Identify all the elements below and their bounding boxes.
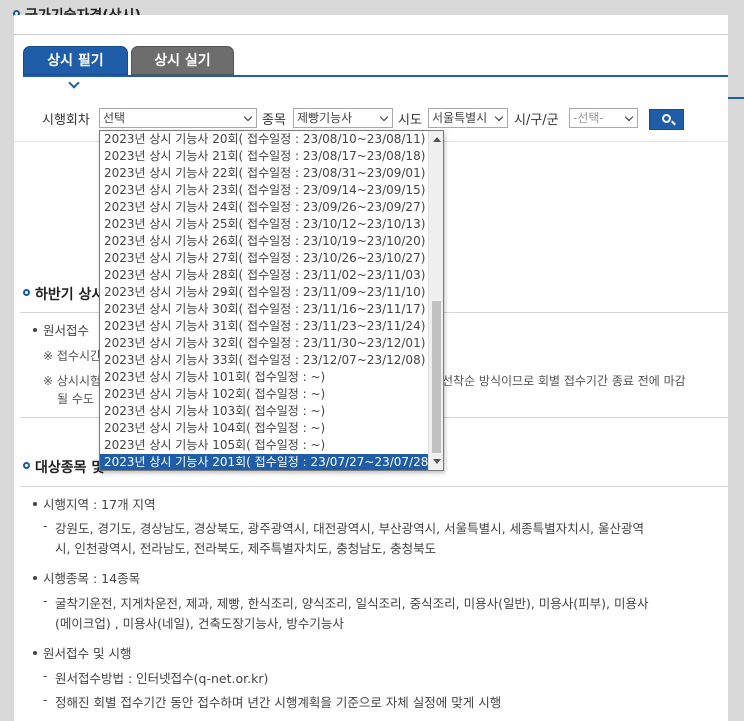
dropdown-option[interactable]: 2023년 상시 기능사 20회( 접수일정 : 23/08/10~23/08/… (100, 131, 428, 148)
dropdown-option[interactable]: 2023년 상시 기능사 30회( 접수일정 : 23/11/16~23/11/… (100, 301, 428, 318)
dropdown-option[interactable]: 2023년 상시 기능사 23회( 접수일정 : 23/09/14~23/09/… (100, 182, 428, 199)
dropdown-option[interactable]: 2023년 상시 기능사 101회( 접수일정 : ~) (100, 369, 428, 386)
city-label: 시/구/군 (514, 113, 559, 128)
region-title: 시행지역 : 17개 지역 (43, 497, 156, 512)
dropdown-option[interactable]: 2023년 상시 기능사 24회( 접수일정 : 23/09/26~23/09/… (100, 199, 428, 216)
region-list-line2: 시, 인천광역시, 전라남도, 전라북도, 제주특별자치도, 충청남도, 충청북… (55, 541, 437, 556)
dash-marker: - (43, 518, 48, 533)
divider (20, 486, 728, 487)
dropdown-option[interactable]: 2023년 상시 기능사 201회( 접수일정 : 23/07/27~23/07… (100, 454, 428, 470)
city-select[interactable]: -선택- (569, 108, 638, 128)
dropdown-option[interactable]: 2023년 상시 기능사 29회( 접수일정 : 23/11/09~23/11/… (100, 284, 428, 301)
apply-title: 원서접수 및 시행 (43, 646, 132, 661)
note-regular-exam: ※ 상시시험 (43, 374, 102, 388)
divider (14, 34, 728, 35)
type-select[interactable]: 제빵기능사 (293, 108, 393, 128)
dropdown-option[interactable]: 2023년 상시 기능사 105회( 접수일정 : ~) (100, 437, 428, 454)
search-icon-handle (671, 120, 676, 126)
dash-marker: - (43, 593, 48, 608)
tab-written[interactable]: 상시 필기 (23, 46, 128, 75)
region-list-line1: 강원도, 경기도, 경상남도, 경상북도, 광주광역시, 대전광역시, 부산광역… (55, 521, 645, 536)
dash-marker: - (43, 668, 48, 683)
round-dropdown-list[interactable]: 2023년 상시 기능사 20회( 접수일정 : 23/08/10~23/08/… (99, 130, 444, 471)
divider (728, 97, 744, 99)
dropdown-option[interactable]: 2023년 상시 기능사 102회( 접수일정 : ~) (100, 386, 428, 403)
list-bullet (33, 576, 37, 580)
dropdown-option[interactable]: 2023년 상시 기능사 31회( 접수일정 : 23/11/23~23/11/… (100, 318, 428, 335)
dropdown-option[interactable]: 2023년 상시 기능사 104회( 접수일정 : ~) (100, 420, 428, 437)
scroll-up-icon[interactable] (433, 137, 441, 142)
dropdown-option[interactable]: 2023년 상시 기능사 22회( 접수일정 : 23/08/31~23/09/… (100, 165, 428, 182)
types-title: 시행종목 : 14종목 (43, 571, 141, 586)
section-title-targets: 대상종목 및 (35, 460, 105, 476)
dash-marker: - (43, 692, 48, 707)
province-label: 시도 (398, 113, 422, 128)
apply-item: 원서접수 (43, 323, 90, 338)
dropdown-option[interactable]: 2023년 상시 기능사 33회( 접수일정 : 23/12/07~23/12/… (100, 352, 428, 369)
section-bullet-icon (23, 462, 30, 469)
round-select[interactable]: 선택 (99, 108, 257, 128)
note-reception-time: ※ 접수시간 (43, 349, 102, 363)
dropdown-options: 2023년 상시 기능사 20회( 접수일정 : 23/08/10~23/08/… (100, 131, 428, 470)
types-list-line1: 굴착기운전, 지게차운전, 제과, 제빵, 한식조리, 양식조리, 일식조리, … (55, 596, 649, 611)
apply-method: 원서접수방법 : 인터넷접수(q-net.or.kr) (55, 671, 269, 686)
list-bullet (33, 651, 37, 655)
list-bullet (33, 502, 37, 506)
scroll-down-icon[interactable] (433, 459, 441, 464)
apply-schedule: 정해진 회별 접수기간 동안 접수하며 년간 시행계획을 기준으로 자체 실정에… (55, 695, 502, 710)
scroll-thumb[interactable] (432, 301, 441, 453)
dropdown-option[interactable]: 2023년 상시 기능사 32회( 접수일정 : 23/11/30~23/12/… (100, 335, 428, 352)
types-list-line2: (메이크업) , 미용사(네일), 건축도장기능사, 방수기능사 (55, 616, 344, 631)
dropdown-option[interactable]: 2023년 상시 기능사 26회( 접수일정 : 23/10/19~23/10/… (100, 233, 428, 250)
dropdown-option[interactable]: 2023년 상시 기능사 103회( 접수일정 : ~) (100, 403, 428, 420)
dropdown-option[interactable]: 2023년 상시 기능사 28회( 접수일정 : 23/11/02~23/11/… (100, 267, 428, 284)
chevron-down-icon (68, 77, 80, 89)
list-bullet (33, 328, 37, 332)
search-button[interactable] (649, 109, 684, 130)
section-bullet-icon (23, 289, 30, 296)
section-title-halfyear: 하반기 상시 (35, 287, 105, 303)
round-label: 시행회차 (42, 113, 90, 128)
province-select[interactable]: 서울특별시 (428, 108, 508, 128)
tab-underline (23, 75, 728, 77)
search-icon (662, 114, 671, 123)
note-regular-exam-line2: 될 수도 (57, 392, 94, 406)
dropdown-scrollbar[interactable] (428, 131, 443, 470)
dropdown-option[interactable]: 2023년 상시 기능사 27회( 접수일정 : 23/10/26~23/10/… (100, 250, 428, 267)
dropdown-option[interactable]: 2023년 상시 기능사 21회( 접수일정 : 23/08/17~23/08/… (100, 148, 428, 165)
tab-practical[interactable]: 상시 실기 (131, 46, 234, 75)
note-regular-exam-cont: 선착순 방식이므로 회별 접수기간 종료 전에 마감 (442, 374, 686, 388)
dropdown-option[interactable]: 2023년 상시 기능사 25회( 접수일정 : 23/10/12~23/10/… (100, 216, 428, 233)
type-label: 종목 (262, 113, 286, 128)
